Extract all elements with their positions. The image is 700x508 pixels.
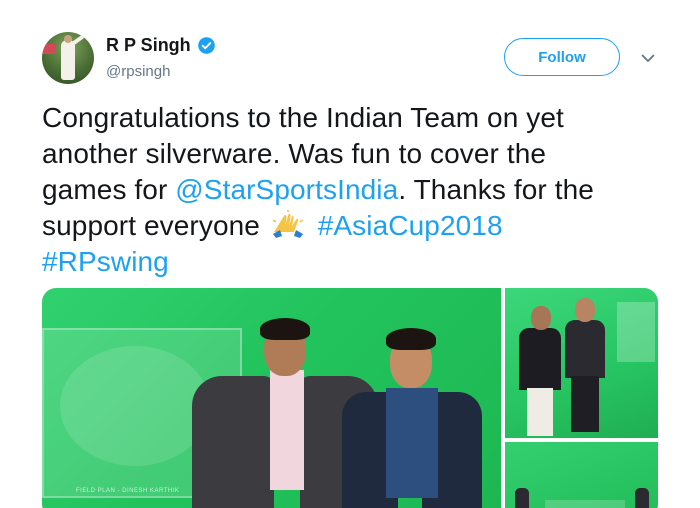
tweet-line-1: Congratulations to the Indian Team on ye… bbox=[42, 102, 564, 133]
person-left-shirt bbox=[270, 370, 304, 490]
person-right-hair bbox=[386, 328, 436, 350]
folded-hands-emoji-icon bbox=[272, 210, 304, 238]
avatar[interactable] bbox=[42, 32, 94, 84]
photo-bottom-right[interactable] bbox=[505, 442, 658, 508]
person-body bbox=[515, 488, 529, 508]
field-plan-graphic bbox=[60, 346, 210, 466]
chevron-down-icon[interactable] bbox=[640, 50, 656, 66]
person-head bbox=[531, 306, 551, 330]
follow-button[interactable]: Follow bbox=[504, 38, 620, 76]
avatar-figure bbox=[61, 40, 75, 80]
mention-link[interactable]: @StarSportsIndia bbox=[175, 174, 398, 205]
display-name[interactable]: R P Singh bbox=[106, 35, 191, 56]
person-head bbox=[575, 298, 595, 322]
person-right-shirt bbox=[386, 388, 438, 498]
user-name-row[interactable]: R P Singh bbox=[106, 35, 216, 56]
hashtag-rpswing[interactable]: #RPswing bbox=[42, 246, 169, 277]
person-legs bbox=[527, 388, 553, 436]
person-legs bbox=[571, 376, 599, 432]
tweet-line-3-suffix: . Thanks for the bbox=[398, 174, 594, 205]
tweet-line-3-prefix: games for bbox=[42, 174, 176, 205]
tweet-line-4-prefix: support everyone bbox=[42, 210, 268, 241]
person-body bbox=[519, 328, 561, 390]
photo-main[interactable]: FIELD PLAN - DINESH KARTHIK bbox=[42, 288, 501, 508]
verified-badge-icon bbox=[197, 37, 215, 54]
person-left-hair bbox=[260, 318, 310, 340]
studio-screen bbox=[617, 302, 655, 362]
tweet-line-2: another silverware. Was fun to cover the bbox=[42, 138, 547, 169]
media-grid: FIELD PLAN - DINESH KARTHIK bbox=[42, 288, 658, 508]
field-caption: FIELD PLAN - DINESH KARTHIK bbox=[76, 488, 180, 494]
person-body bbox=[635, 488, 649, 508]
person-body bbox=[565, 320, 605, 378]
hashtag-asiacup2018[interactable]: #AsiaCup2018 bbox=[318, 210, 503, 241]
avatar-banner bbox=[42, 44, 56, 54]
tweet-text: Congratulations to the Indian Team on ye… bbox=[42, 100, 662, 280]
user-handle[interactable]: @rpsingh bbox=[106, 63, 170, 80]
avatar-arm bbox=[71, 34, 85, 46]
photo-top-right[interactable] bbox=[505, 288, 658, 438]
person-left-coat bbox=[192, 376, 274, 508]
tweet-card: R P Singh @rpsingh Follow Congratulation… bbox=[0, 0, 700, 508]
studio-desk bbox=[545, 500, 625, 508]
